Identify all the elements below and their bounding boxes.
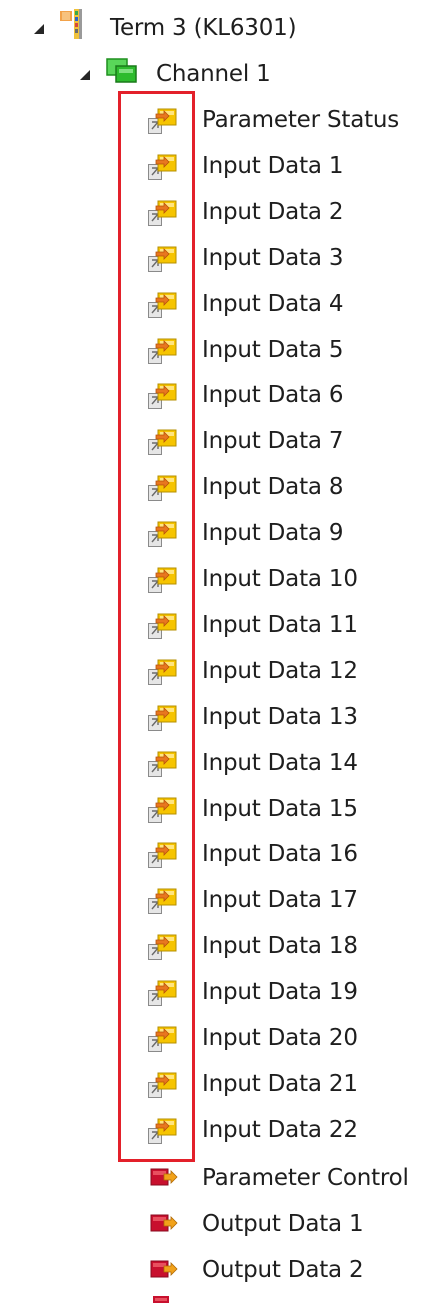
tree-node-input-item[interactable]: Input Data 3 <box>202 240 344 276</box>
terminal-module-icon <box>60 9 82 39</box>
output-item-label: Output Data 1 <box>202 1211 364 1237</box>
input-item-label: Input Data 8 <box>202 474 344 500</box>
input-item-label: Input Data 15 <box>202 796 358 822</box>
output-variable-icon <box>152 1296 178 1303</box>
input-item-label: Input Data 18 <box>202 933 358 959</box>
input-variable-icon <box>148 519 178 553</box>
input-item-label: Input Data 12 <box>202 658 358 684</box>
tree-node-output-item[interactable]: Output Data 2 <box>202 1252 364 1288</box>
input-variable-icon <box>148 427 178 461</box>
input-variable-icon <box>148 106 178 140</box>
channel-label: Channel 1 <box>156 61 271 87</box>
tree-node-input-item[interactable]: Input Data 20 <box>202 1020 358 1056</box>
tree-view: Term 3 (KL6301) Channel 1 Parameter Stat… <box>0 0 446 1303</box>
input-item-label: Input Data 1 <box>202 153 344 179</box>
input-variable-icon <box>148 611 178 645</box>
tree-node-input-item[interactable]: Input Data 16 <box>202 836 358 872</box>
input-item-label: Input Data 4 <box>202 291 344 317</box>
output-variable-icon <box>150 1257 180 1287</box>
input-item-label: Input Data 6 <box>202 382 344 408</box>
output-item-label: Parameter Control <box>202 1165 409 1191</box>
input-variable-icon <box>148 290 178 324</box>
tree-node-input-item[interactable]: Input Data 1 <box>202 148 344 184</box>
input-variable-icon <box>148 565 178 599</box>
input-variable-icon <box>148 1116 178 1150</box>
tree-node-input-item[interactable]: Input Data 22 <box>202 1112 358 1148</box>
input-variable-icon <box>148 1024 178 1058</box>
tree-node-input-item[interactable]: Input Data 21 <box>202 1066 358 1102</box>
input-variable-icon <box>148 840 178 874</box>
output-variable-icon <box>150 1211 180 1241</box>
output-variable-icon <box>150 1165 180 1195</box>
input-variable-icon <box>148 152 178 186</box>
input-item-label: Input Data 2 <box>202 199 344 225</box>
input-variable-icon <box>148 657 178 691</box>
input-item-label: Input Data 21 <box>202 1071 358 1097</box>
input-variable-icon <box>148 244 178 278</box>
expand-collapse-term-icon[interactable] <box>34 24 44 34</box>
input-variable-icon <box>148 886 178 920</box>
tree-node-channel[interactable]: Channel 1 <box>156 56 271 92</box>
input-item-label: Input Data 19 <box>202 979 358 1005</box>
input-item-label: Input Data 5 <box>202 337 344 363</box>
tree-node-input-item[interactable]: Input Data 4 <box>202 286 344 322</box>
input-variable-icon <box>148 473 178 507</box>
tree-node-input-item[interactable]: Input Data 14 <box>202 745 358 781</box>
input-variable-icon <box>148 381 178 415</box>
input-item-label: Input Data 9 <box>202 520 344 546</box>
input-variable-icon <box>148 978 178 1012</box>
input-item-label: Input Data 11 <box>202 612 358 638</box>
tree-node-input-item[interactable]: Input Data 5 <box>202 332 344 368</box>
input-variable-icon <box>148 336 178 370</box>
input-item-label: Input Data 20 <box>202 1025 358 1051</box>
input-item-label: Input Data 14 <box>202 750 358 776</box>
tree-node-input-item[interactable]: Input Data 6 <box>202 377 344 413</box>
input-item-label: Input Data 22 <box>202 1117 358 1143</box>
expand-collapse-channel-icon[interactable] <box>80 70 90 80</box>
input-item-label: Input Data 3 <box>202 245 344 271</box>
tree-node-input-item[interactable]: Input Data 9 <box>202 515 344 551</box>
tree-node-input-item[interactable]: Input Data 12 <box>202 653 358 689</box>
tree-node-input-item[interactable]: Parameter Status <box>202 102 399 138</box>
tree-node-input-item[interactable]: Input Data 11 <box>202 607 358 643</box>
input-item-label: Input Data 13 <box>202 704 358 730</box>
tree-node-input-item[interactable]: Input Data 8 <box>202 469 344 505</box>
input-item-label: Input Data 10 <box>202 566 358 592</box>
tree-node-input-item[interactable]: Input Data 19 <box>202 974 358 1010</box>
tree-node-output-item[interactable]: Output Data 1 <box>202 1206 364 1242</box>
input-variable-icon <box>148 198 178 232</box>
tree-node-input-item[interactable]: Input Data 7 <box>202 423 344 459</box>
tree-node-input-item[interactable]: Input Data 17 <box>202 882 358 918</box>
channel-green-blocks-icon <box>106 58 137 83</box>
input-variable-icon <box>148 932 178 966</box>
tree-node-input-item[interactable]: Input Data 15 <box>202 791 358 827</box>
input-variable-icon <box>148 703 178 737</box>
term-label: Term 3 (KL6301) <box>110 15 297 41</box>
input-item-label: Input Data 16 <box>202 841 358 867</box>
tree-node-input-item[interactable]: Input Data 18 <box>202 928 358 964</box>
tree-node-term[interactable]: Term 3 (KL6301) <box>110 10 297 46</box>
tree-node-input-item[interactable]: Input Data 13 <box>202 699 358 735</box>
input-variable-icon <box>148 749 178 783</box>
input-variable-icon <box>148 795 178 829</box>
output-item-label: Output Data 2 <box>202 1257 364 1283</box>
input-item-label: Input Data 17 <box>202 887 358 913</box>
input-item-label: Input Data 7 <box>202 428 344 454</box>
tree-node-input-item[interactable]: Input Data 10 <box>202 561 358 597</box>
tree-node-output-item[interactable]: Parameter Control <box>202 1160 409 1196</box>
tree-node-input-item[interactable]: Input Data 2 <box>202 194 344 230</box>
input-item-label: Parameter Status <box>202 107 400 133</box>
input-variable-icon <box>148 1070 178 1104</box>
